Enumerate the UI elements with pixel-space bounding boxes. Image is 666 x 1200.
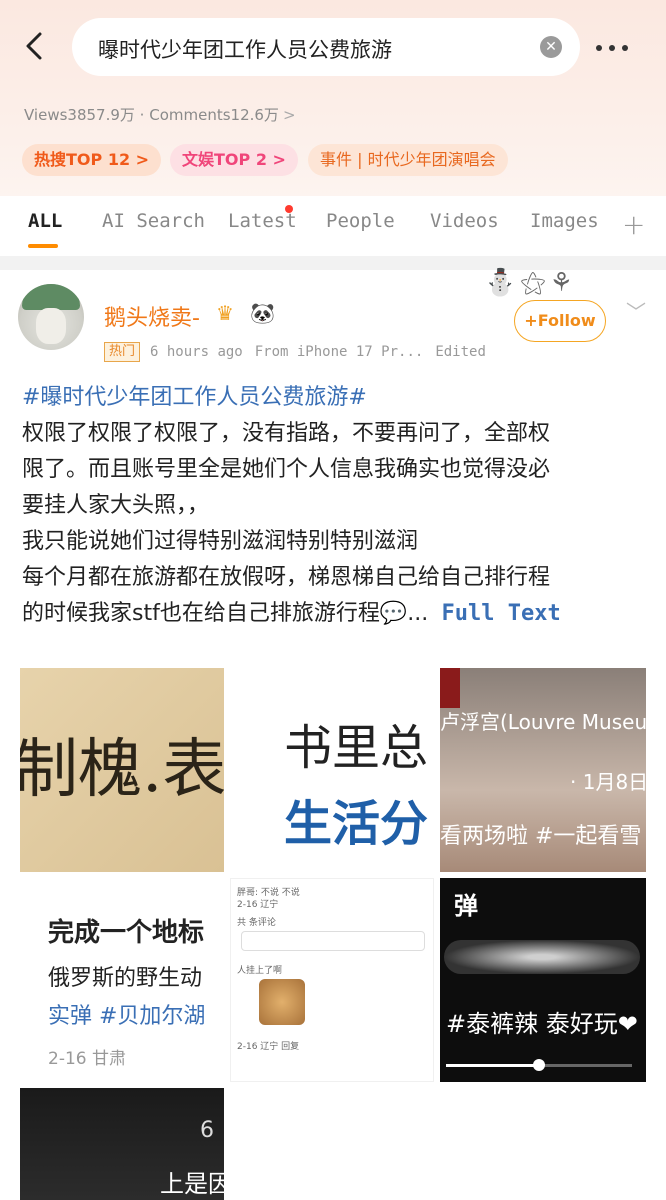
post-line: 的时候我家stf也在给自己排旅游行程 [22,601,380,626]
image-thumbnail[interactable]: 书里总 生活分 [230,668,434,872]
topic-chips: 热搜TOP 12 > 文娱TOP 2 > 事件 | 时代少年团演唱会 [22,144,662,176]
search-query: 曝时代少年团工作人员公费旅游 [98,38,392,62]
chip-entertainment[interactable]: 文娱TOP 2 > [170,144,298,176]
image-decor [259,979,305,1025]
image-text: 看两场啦 #一起看雪 [440,824,642,849]
panda-icon: 🐼 [250,301,275,325]
tab-all[interactable]: ALL [28,210,62,232]
post-meta: 热门 6 hours ago From iPhone 17 Pr... Edited [104,342,498,364]
active-tab-indicator [28,244,58,248]
username[interactable]: 鹅头烧卖- [104,300,200,332]
image-thumbnail[interactable]: 制槐.表西 [20,668,224,872]
avatar-hat [22,284,80,310]
tab-bar: ALL AI Search Latest People Videos Image… [0,196,666,254]
avatar[interactable] [18,284,84,350]
ellipsis: ... [407,601,429,626]
post-time: 6 hours ago [150,344,243,360]
post-source: From iPhone 17 Pr... [254,344,424,360]
back-button[interactable] [18,28,54,64]
dot-icon [622,45,628,51]
tab-videos[interactable]: Videos [430,210,499,232]
image-text: 2-16 辽宁 回复 [237,1042,300,1052]
emoji-icon: 💬 [379,601,408,626]
image-text: 6 [200,1118,214,1143]
more-options-button[interactable] [596,36,644,56]
post-line: 我只能说她们过得特别滋润特别特别滋润 [22,529,419,554]
image-text: 2-16 辽宁 [237,900,279,910]
tab-latest[interactable]: Latest [228,210,297,232]
hot-tag: 热门 [104,342,141,362]
chip-event[interactable]: 事件 | 时代少年团演唱会 [308,144,508,176]
image-thumbnail[interactable]: 完成一个地标 俄罗斯的野生动 实弹 #贝加尔湖 2-16 甘肃 [20,878,224,1082]
chevron-down-icon[interactable]: ﹀ [626,296,646,325]
image-text: 完成一个地标 [48,918,205,948]
tab-ai-search[interactable]: AI Search [102,210,205,232]
image-decor [444,940,640,974]
image-text: · 1月8日 [570,770,646,794]
image-text: 俄罗斯的野生动 [48,966,203,991]
dot-icon [596,45,602,51]
chip-hot-search[interactable]: 热搜TOP 12 > [22,144,162,176]
post-body[interactable]: #曝时代少年团工作人员公费旅游# 权限了权限了权限了，没有指路，不要再问了，全部… [22,380,648,632]
full-text-link[interactable]: Full Text [428,601,560,626]
chevron-right-icon: > [282,106,296,124]
post-line: 限了。而且账号里全是她们个人信息我确实也觉得没必 [22,457,551,482]
crown-icon: ♛ [216,301,234,325]
views-count: Views3857.9万 [24,106,135,124]
video-thumbnail[interactable]: 弹 #泰裤辣 泰好玩❤ [440,878,646,1082]
image-text: 制槐.表西 [20,733,224,807]
post-line: 每个月都在旅游都在放假呀，梯恩梯自己给自己排行程 [22,565,551,590]
dot-icon [609,45,615,51]
image-thumbnail[interactable]: 卢浮宫(Louvre Museu · 1月8日 看两场啦 #一起看雪 [440,668,646,872]
comments-count: Comments12.6万 [149,106,279,124]
image-text: 实弹 #贝加尔湖 [48,1004,206,1029]
image-text: 生活分 [284,796,429,852]
image-decor [440,668,460,708]
clear-icon[interactable]: ✕ [540,36,562,58]
image-text: 人挂上了啊 [237,966,283,976]
video-progress-fill [446,1064,539,1067]
danmaku-icon: 弹 [454,892,478,920]
follow-button[interactable]: +Follow [514,300,606,342]
image-text: #泰裤辣 泰好玩❤ [446,1010,638,1038]
image-text: 共 条评论 [237,918,276,928]
new-badge-dot [285,205,293,213]
post-line: 要挂人家大头照，， [22,493,210,518]
image-thumbnail[interactable]: 6 上是因 [20,1088,224,1200]
follow-label: Follow [537,311,596,330]
image-text: 上是因 [160,1170,224,1198]
image-grid: 制槐.表西 书里总 生活分 卢浮宫(Louvre Museu · 1月8日 看两… [20,668,646,1200]
image-decor [241,931,425,951]
plus-icon: + [524,311,538,330]
image-thumbnail[interactable]: 胖哥: 不说 不说 2-16 辽宁 共 条评论 人挂上了啊 2-16 辽宁 回复 [230,878,434,1082]
avatar-face [36,308,66,344]
add-tab-icon[interactable]: + [622,208,645,241]
video-progress-knob[interactable] [533,1059,545,1071]
image-text: 2-16 甘肃 [48,1049,126,1069]
tab-people[interactable]: People [326,210,395,232]
post-line: 权限了权限了权限了，没有指路，不要再问了，全部权 [22,421,551,446]
tab-images[interactable]: Images [530,210,599,232]
image-text: 书里总 [284,720,429,776]
post-hashtag[interactable]: #曝时代少年团工作人员公费旅游# [22,380,648,416]
post-edited[interactable]: Edited [435,344,486,360]
stats-separator: · [134,106,150,124]
search-bar-row: 曝时代少年团工作人员公费旅游 ✕ [0,14,666,78]
search-input[interactable]: 曝时代少年团工作人员公费旅游 ✕ [72,18,580,76]
topic-stats[interactable]: Views3857.9万 · Comments12.6万 > [24,104,296,125]
back-arrow-icon [26,32,42,60]
image-text: 卢浮宫(Louvre Museu [440,710,646,734]
